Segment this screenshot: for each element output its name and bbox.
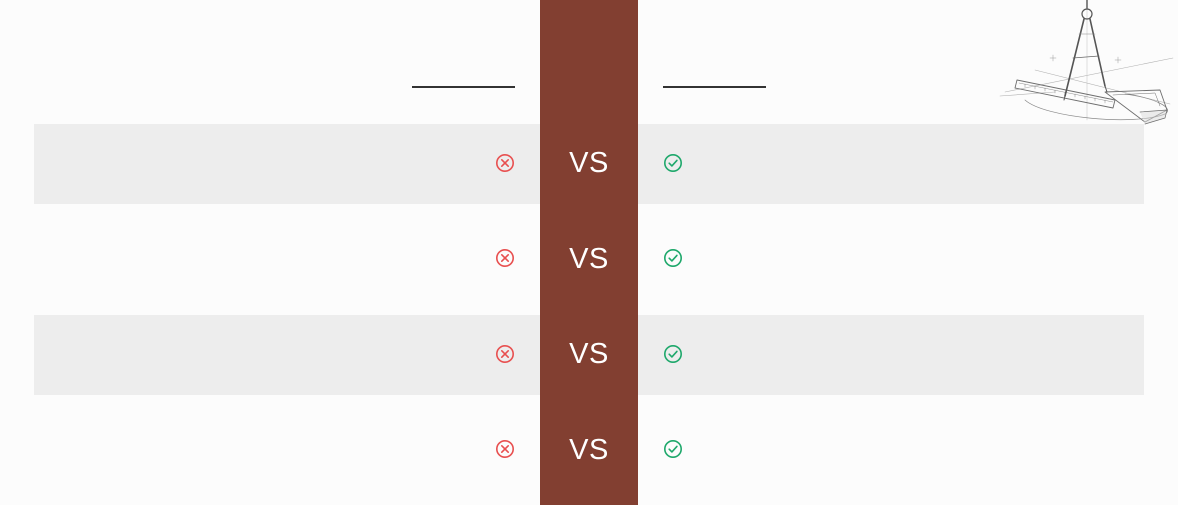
check-circle-icon bbox=[663, 248, 683, 268]
cross-circle-icon bbox=[495, 344, 515, 364]
compass-ruler-sketch-icon bbox=[999, 0, 1174, 125]
vs-label-4: VS bbox=[569, 434, 609, 466]
vs-label-3: VS bbox=[569, 338, 609, 370]
cross-circle-icon bbox=[495, 153, 515, 173]
comparison-slide: VS VS VS VS bbox=[0, 0, 1178, 505]
cross-circle-icon bbox=[495, 439, 515, 459]
check-circle-icon bbox=[663, 344, 683, 364]
cross-circle-icon bbox=[495, 248, 515, 268]
vs-label-1: VS bbox=[569, 147, 609, 179]
left-header-rule bbox=[412, 86, 515, 88]
right-header-rule bbox=[663, 86, 766, 88]
check-circle-icon bbox=[663, 153, 683, 173]
vs-label-2: VS bbox=[569, 243, 609, 275]
check-circle-icon bbox=[663, 439, 683, 459]
